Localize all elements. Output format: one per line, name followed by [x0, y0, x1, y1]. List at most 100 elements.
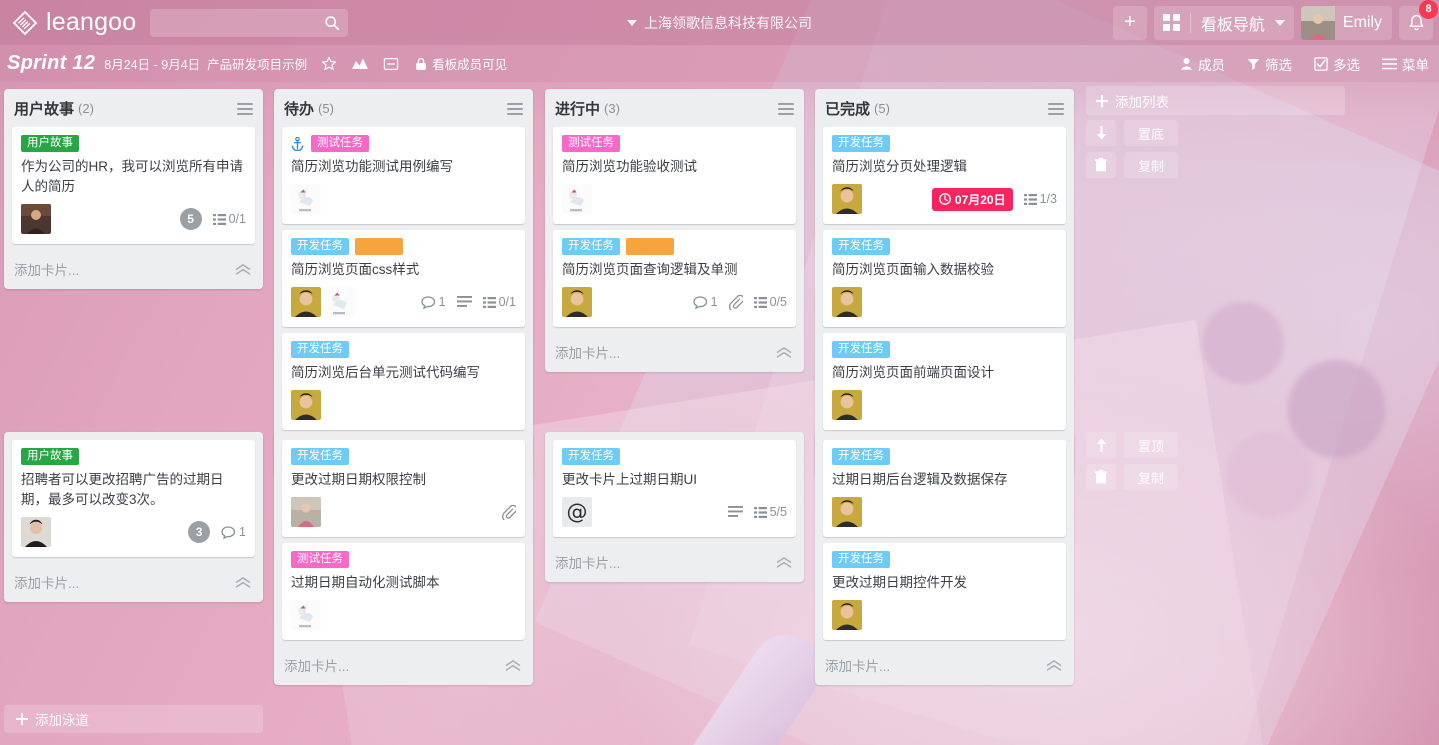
- avatar[interactable]: [832, 287, 862, 317]
- copy-button[interactable]: 复制: [1124, 464, 1179, 490]
- burndown-chart-button[interactable]: [351, 56, 369, 72]
- collapse-board-button[interactable]: [383, 56, 399, 72]
- card[interactable]: 开发任务 简历浏览页面css样式 1 0/1: [282, 230, 525, 327]
- move-down-button[interactable]: [1086, 120, 1116, 146]
- card-tag[interactable]: 开发任务: [832, 448, 890, 465]
- card[interactable]: 开发任务 过期日期后台逻辑及数据保存: [823, 440, 1066, 537]
- move-up-button[interactable]: [1086, 432, 1116, 458]
- favorite-star-button[interactable]: [321, 56, 337, 72]
- collapse-icon[interactable]: [505, 659, 521, 671]
- card-tag[interactable]: 测试任务: [311, 135, 369, 152]
- board-members-button[interactable]: 成员: [1180, 54, 1225, 74]
- list-menu-icon[interactable]: [778, 102, 794, 115]
- card-tag[interactable]: 开发任务: [562, 238, 620, 255]
- add-card-button[interactable]: 添加卡片...: [4, 250, 263, 289]
- avatar[interactable]: @: [562, 497, 592, 527]
- card-tag[interactable]: 用户故事: [21, 448, 79, 465]
- avatar[interactable]: [832, 497, 862, 527]
- card-tag[interactable]: 开发任务: [562, 448, 620, 465]
- add-card-button[interactable]: 添加卡片...: [815, 646, 1074, 685]
- grid-icon[interactable]: [1162, 14, 1180, 31]
- board-menu-button[interactable]: 菜单: [1382, 54, 1429, 74]
- add-card-button[interactable]: 添加卡片...: [545, 543, 804, 582]
- card[interactable]: 开发任务 简历浏览页面输入数据校验: [823, 230, 1066, 327]
- avatar[interactable]: [832, 184, 862, 214]
- collapse-icon[interactable]: [235, 576, 251, 588]
- copy-button[interactable]: 复制: [1124, 152, 1179, 178]
- card-tag[interactable]: 开发任务: [291, 238, 349, 255]
- avatar[interactable]: [832, 390, 862, 420]
- add-card-button[interactable]: 添加卡片...: [274, 646, 533, 685]
- user-menu[interactable]: Emily: [1300, 5, 1392, 40]
- card[interactable]: 测试任务 简历浏览功能验收测试: [553, 127, 796, 224]
- card-tag-color[interactable]: [626, 238, 674, 255]
- due-date-badge[interactable]: 07月20日: [931, 187, 1013, 211]
- card-tag[interactable]: 开发任务: [832, 135, 890, 152]
- list-menu-icon[interactable]: [507, 102, 523, 115]
- delete-button[interactable]: [1086, 464, 1116, 490]
- card-footer: [562, 181, 787, 217]
- card[interactable]: 开发任务 更改过期日期权限控制: [282, 440, 525, 537]
- collapse-icon[interactable]: [776, 556, 792, 568]
- delete-button[interactable]: [1086, 152, 1116, 178]
- add-swimlane-button[interactable]: 添加泳道: [4, 705, 263, 733]
- card[interactable]: 开发任务 简历浏览页面前端页面设计: [823, 333, 1066, 430]
- avatar[interactable]: [291, 390, 321, 420]
- avatar[interactable]: [291, 287, 321, 317]
- avatar[interactable]: [562, 184, 592, 214]
- card-tag[interactable]: 开发任务: [832, 341, 890, 358]
- search-input[interactable]: [150, 8, 349, 37]
- collapse-icon[interactable]: [1046, 659, 1062, 671]
- organization-name[interactable]: 上海领歌信息科技有限公司: [644, 13, 812, 33]
- board-filter-button[interactable]: 筛选: [1247, 54, 1292, 74]
- avatar[interactable]: [291, 497, 321, 527]
- avatar[interactable]: [562, 287, 592, 317]
- card-tag[interactable]: 测试任务: [562, 135, 620, 152]
- search-icon[interactable]: [324, 15, 340, 31]
- card[interactable]: 开发任务 更改卡片上过期日期UI @ 5/5: [553, 440, 796, 537]
- collapse-icon[interactable]: [776, 346, 792, 358]
- card-tag[interactable]: 开发任务: [291, 448, 349, 465]
- project-name[interactable]: 产品研发项目示例: [207, 54, 307, 73]
- card[interactable]: 开发任务 简历浏览分页处理逻辑 07月20日 1/3: [823, 127, 1066, 224]
- board-navigation-group[interactable]: 看板导航: [1153, 5, 1294, 40]
- move-to-bottom-button[interactable]: 置底: [1124, 120, 1179, 146]
- card[interactable]: 用户故事 作为公司的HR，我可以浏览所有申请人的简历 5 0/1: [12, 127, 255, 244]
- avatar[interactable]: [21, 517, 51, 547]
- notifications[interactable]: 8: [1399, 0, 1438, 40]
- search-box[interactable]: [150, 8, 349, 37]
- add-card-button[interactable]: 添加卡片...: [545, 333, 804, 372]
- board-visibility[interactable]: 看板成员可见: [415, 54, 507, 73]
- chevron-down-icon[interactable]: [627, 19, 637, 26]
- avatar[interactable]: [291, 184, 321, 214]
- card-tag[interactable]: 开发任务: [832, 238, 890, 255]
- avatar[interactable]: [21, 204, 51, 234]
- card[interactable]: 开发任务 简历浏览页面查询逻辑及单测 1 0/5: [553, 230, 796, 327]
- card-title: 作为公司的HR，我可以浏览所有申请人的简历: [21, 159, 243, 194]
- add-list-button[interactable]: 添加列表: [1086, 86, 1345, 115]
- card-tag-color[interactable]: [355, 238, 403, 255]
- card-tag[interactable]: 开发任务: [832, 551, 890, 568]
- swimlane-move-bottom-row: 置底: [1086, 120, 1179, 146]
- card-tag[interactable]: 用户故事: [21, 135, 79, 152]
- move-to-top-button[interactable]: 置顶: [1124, 432, 1179, 458]
- brand-logo[interactable]: leangoo: [12, 8, 136, 37]
- add-button[interactable]: +: [1112, 5, 1147, 40]
- add-card-button[interactable]: 添加卡片...: [4, 563, 263, 602]
- card-tag[interactable]: 开发任务: [291, 341, 349, 358]
- list-menu-icon[interactable]: [237, 102, 253, 115]
- card-tag[interactable]: 测试任务: [291, 551, 349, 568]
- card[interactable]: 测试任务 过期日期自动化测试脚本: [282, 543, 525, 640]
- avatar[interactable]: [832, 600, 862, 630]
- collapse-icon[interactable]: [235, 263, 251, 275]
- avatar[interactable]: [325, 287, 355, 317]
- card[interactable]: 用户故事 招聘者可以更改招聘广告的过期日期，最多可以改变3次。 3 1: [12, 440, 255, 557]
- card[interactable]: 开发任务 简历浏览后台单元测试代码编写: [282, 333, 525, 430]
- list-menu-icon[interactable]: [1048, 102, 1064, 115]
- card[interactable]: 开发任务 更改过期日期控件开发: [823, 543, 1066, 640]
- checklist-count: 0/1: [228, 212, 246, 226]
- card-footer: [291, 387, 516, 423]
- card[interactable]: 测试任务 简历浏览功能测试用例编写: [282, 127, 525, 224]
- avatar[interactable]: [291, 600, 321, 630]
- board-multiselect-button[interactable]: 多选: [1314, 54, 1360, 74]
